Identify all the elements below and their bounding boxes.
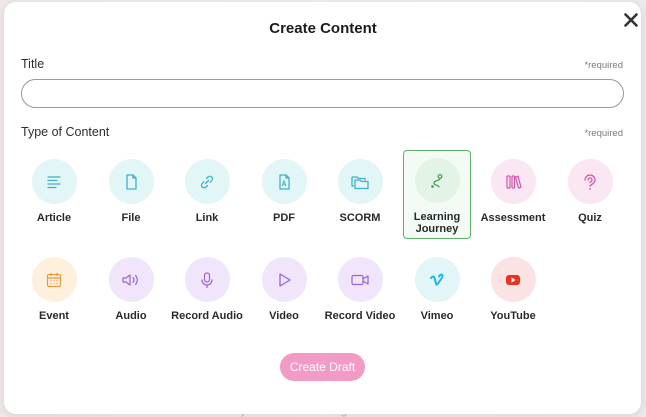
microphone-icon [201, 271, 213, 288]
play-icon [279, 272, 291, 287]
pdf-icon-circle [261, 159, 307, 204]
content-type-audio[interactable]: Audio [97, 249, 165, 337]
question-icon [584, 173, 596, 190]
play-icon-circle [261, 257, 307, 302]
article-icon [47, 175, 61, 188]
tile-label: Event [39, 310, 69, 322]
tile-label: Audio [115, 310, 147, 322]
tile-label: Assessment [480, 212, 546, 224]
tile-label: File [121, 212, 141, 224]
title-label: Title [21, 57, 45, 71]
type-of-content-label: Type of Content [21, 125, 110, 139]
title-input[interactable] [21, 79, 624, 108]
video-camera-icon-circle [337, 257, 383, 302]
tile-label: PDF [273, 212, 295, 224]
content-type-learning-journey[interactable]: Learning Journey [403, 150, 471, 239]
link-icon [200, 175, 214, 188]
content-type-youtube[interactable]: YouTube [479, 249, 547, 337]
tile-label: Record Video [324, 310, 396, 322]
books-icon [506, 174, 522, 189]
tile-label: SCORM [339, 212, 381, 224]
content-type-record-audio[interactable]: Record Audio [171, 249, 243, 337]
article-icon-circle [31, 159, 77, 204]
tile-label: Record Audio [171, 310, 243, 322]
youtube-icon [506, 274, 520, 285]
tile-label: Learning Journey [413, 211, 461, 235]
content-type-pdf[interactable]: PDF [250, 151, 318, 239]
tile-label: Article [36, 212, 72, 224]
content-type-assessment[interactable]: Assessment [479, 151, 547, 239]
folders-icon-circle [337, 159, 383, 204]
content-type-video[interactable]: Video [250, 249, 318, 337]
link-icon-circle [184, 159, 230, 204]
content-type-link[interactable]: Link [173, 151, 241, 239]
journey-path-icon-circle [414, 158, 460, 203]
create-draft-button[interactable]: Create Draft [280, 353, 365, 381]
vimeo-icon-circle [414, 257, 460, 302]
vimeo-icon [430, 273, 444, 286]
content-type-quiz[interactable]: Quiz [556, 151, 624, 239]
file-icon-circle [108, 159, 154, 204]
content-type-record-video[interactable]: Record Video [325, 249, 395, 337]
content-type-scorm[interactable]: SCORM [326, 151, 394, 239]
content-type-vimeo[interactable]: Vimeo [403, 249, 471, 337]
title-required-note: *required [584, 60, 623, 71]
calendar-icon-circle [31, 257, 77, 302]
folders-icon [351, 175, 369, 189]
tile-label: YouTube [490, 310, 536, 322]
tile-label: Video [269, 310, 299, 322]
microphone-icon-circle [184, 257, 230, 302]
content-type-article[interactable]: Article [20, 151, 88, 239]
journey-path-icon [431, 173, 443, 188]
file-icon [126, 173, 137, 190]
tile-label: Vimeo [420, 310, 454, 322]
youtube-icon-circle [490, 257, 536, 302]
tile-label: Quiz [578, 212, 602, 224]
speaker-icon-circle [108, 257, 154, 302]
content-type-event[interactable]: Event [20, 249, 88, 337]
question-icon-circle [567, 159, 613, 204]
speaker-icon [122, 273, 138, 286]
books-icon-circle [490, 159, 536, 204]
pdf-icon [279, 173, 290, 190]
type-required-note: *required [584, 128, 623, 139]
modal-title: Create Content [269, 20, 377, 37]
video-camera-icon [351, 274, 369, 285]
content-type-file[interactable]: File [97, 151, 165, 239]
tile-label: Link [195, 212, 219, 224]
calendar-icon [46, 272, 62, 287]
